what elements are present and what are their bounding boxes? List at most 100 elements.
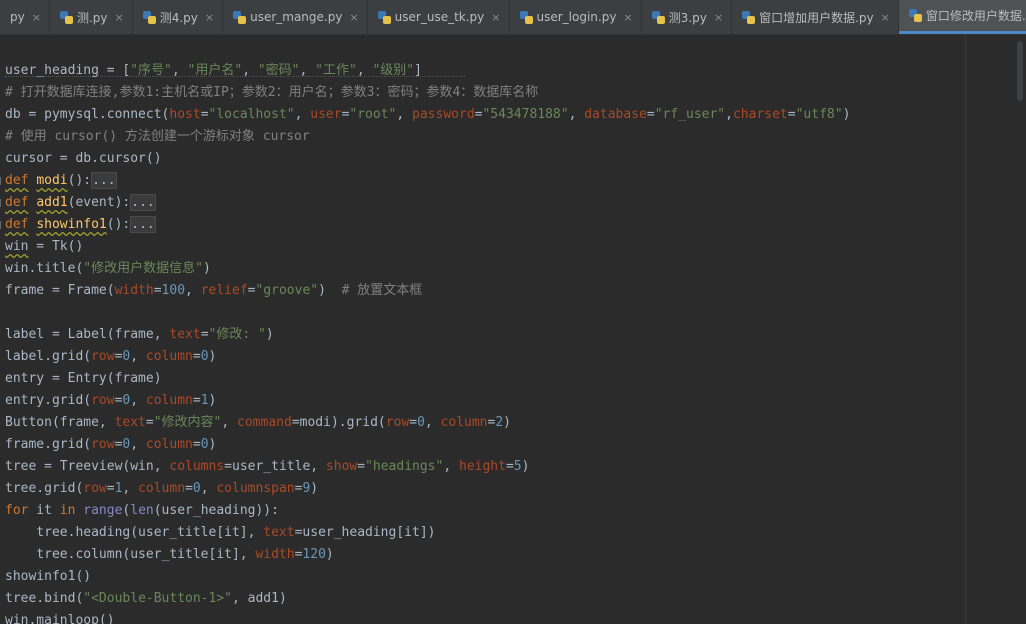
code-token: column [440,415,488,430]
vertical-scrollbar[interactable] [1017,41,1023,101]
close-icon[interactable]: × [623,11,632,24]
code-token: database [584,107,647,122]
code-line[interactable]: tree.bind("<Double-Button-1>", add1) [5,588,287,610]
code-token: 2 [495,415,504,430]
code-token: ) [318,283,342,298]
tab-8[interactable]: 窗口修改用户数据.py× [898,0,1026,34]
close-icon[interactable]: × [349,11,358,24]
code-line[interactable]: frame = Frame(width=100, relief="groove"… [5,280,422,302]
tab-6[interactable]: 测3.py × [642,0,733,34]
code-line[interactable]: label = Label(frame, text="修改: ") [5,324,274,346]
code-token: "headings" [365,459,444,474]
code-line[interactable]: label.grid(row=0, column=0) [5,346,216,368]
code-token: "工作" [315,63,357,78]
code-line[interactable]: tree.heading(user_title[it], text=user_h… [5,522,435,544]
code-line[interactable]: user_heading = ["序号", "用户名", "密码", "工作",… [5,60,422,82]
close-icon[interactable]: × [114,11,123,24]
code-line[interactable]: win.title("修改用户数据信息") [5,258,211,280]
code-token: "groove" [255,283,319,298]
python-file-icon [651,10,665,24]
tab-7[interactable]: 窗口增加用户数据.py × [732,0,899,34]
tab-label: 窗口增加用户数据.py [759,10,874,25]
tab-3[interactable]: user_mange.py × [223,0,368,34]
code-token: "utf8" [795,107,843,122]
code-line[interactable]: frame.grid(row=0, column=0) [5,434,216,456]
tab-0[interactable]: py × [0,0,50,34]
code-token: = [357,459,366,474]
fold-marker-icon[interactable] [0,221,6,229]
code-line[interactable]: showinfo1() [5,566,91,588]
code-token: len [130,503,154,518]
code-line[interactable]: entry = Entry(frame) [5,368,162,390]
code-token: ) [842,107,851,122]
code-editor[interactable]: user_heading = ["序号", "用户名", "密码", "工作",… [0,35,965,624]
code-token: ) [503,415,511,430]
code-line[interactable]: cursor = db.cursor() [5,148,162,170]
code-token: def [5,217,29,232]
code-token: = [409,415,418,430]
code-token: entry = Entry(frame) [5,371,162,386]
code-line[interactable]: def add1(event):... [5,192,156,214]
tab-5[interactable]: user_login.py × [510,0,642,34]
code-token: add1 [36,195,68,210]
close-icon[interactable]: × [881,11,890,24]
code-token: def [5,173,29,188]
close-icon[interactable]: × [714,11,723,24]
code-token: text [169,327,201,342]
code-token: , [396,107,413,122]
python-file-icon [377,10,391,24]
code-token: user_heading = [ [5,63,131,78]
editor-tab-bar: py × 测.py × 测4.py × user_mange.py × user_use_tk.… [0,0,1026,35]
code-token: row [83,481,107,496]
code-token: column [145,393,193,408]
code-token: =user_heading[it]) [294,525,436,540]
code-token: 5 [513,459,522,474]
code-line[interactable]: tree.column(user_title[it], width=120) [5,544,333,566]
code-token: ) [208,349,217,364]
tab-label: 测3.py [668,10,707,25]
tab-4[interactable]: user_use_tk.py × [368,0,510,34]
code-token: =modi).grid( [291,415,386,430]
close-icon[interactable]: × [205,11,214,24]
code-line[interactable]: def showinfo1():... [5,214,156,236]
code-token: width [114,283,154,298]
python-file-icon [519,10,533,24]
code-token: = [153,283,162,298]
code-line[interactable]: Button(frame, text="修改内容", command=modi)… [5,412,511,434]
code-line[interactable]: # 打开数据库连接,参数1:主机名或IP；参数2：用户名；参数3：密码；参数4：… [5,82,538,104]
fold-marker-icon[interactable] [0,199,6,207]
code-token: , [242,63,258,78]
code-line[interactable]: tree = Treeview(win, columns=user_title,… [5,456,529,478]
code-token: column [145,437,193,452]
code-line[interactable]: win.mainloop() [5,610,115,624]
tab-label: 测.py [76,10,108,25]
code-token: , [130,349,146,364]
code-line[interactable]: win = Tk() [5,236,83,258]
code-token: = [185,481,193,496]
code-line[interactable]: entry.grid(row=0, column=1) [5,390,216,412]
fold-marker-icon[interactable] [0,177,6,185]
code-line[interactable]: # 使用 cursor() 方法创建一个游标对象 cursor [5,126,310,148]
code-token: (): [67,173,92,188]
code-line[interactable]: def modi():... [5,170,117,192]
code-line[interactable]: for it in range(len(user_heading)): [5,500,279,522]
code-token: columnspan [216,481,295,496]
close-icon[interactable]: × [491,11,500,24]
code-line[interactable]: db = pymysql.connect(host="localhost", u… [5,104,850,126]
tab-1[interactable]: 测.py × [50,0,133,34]
code-token: it [28,503,60,518]
code-token: columns [169,459,225,474]
code-token: "级别" [372,63,415,78]
code-token: "序号" [130,63,172,78]
close-icon[interactable]: × [32,11,41,24]
code-token: = [192,393,201,408]
code-token: , [130,393,146,408]
python-file-icon [908,9,922,22]
code-token: , [130,437,146,452]
code-token: ... [130,194,156,211]
tab-2[interactable]: 测4.py × [133,0,224,34]
python-file-icon [142,10,156,24]
code-token: ... [130,216,156,233]
code-token: =user_title, [224,459,326,474]
code-line[interactable]: tree.grid(row=1, column=0, columnspan=9) [5,478,318,500]
